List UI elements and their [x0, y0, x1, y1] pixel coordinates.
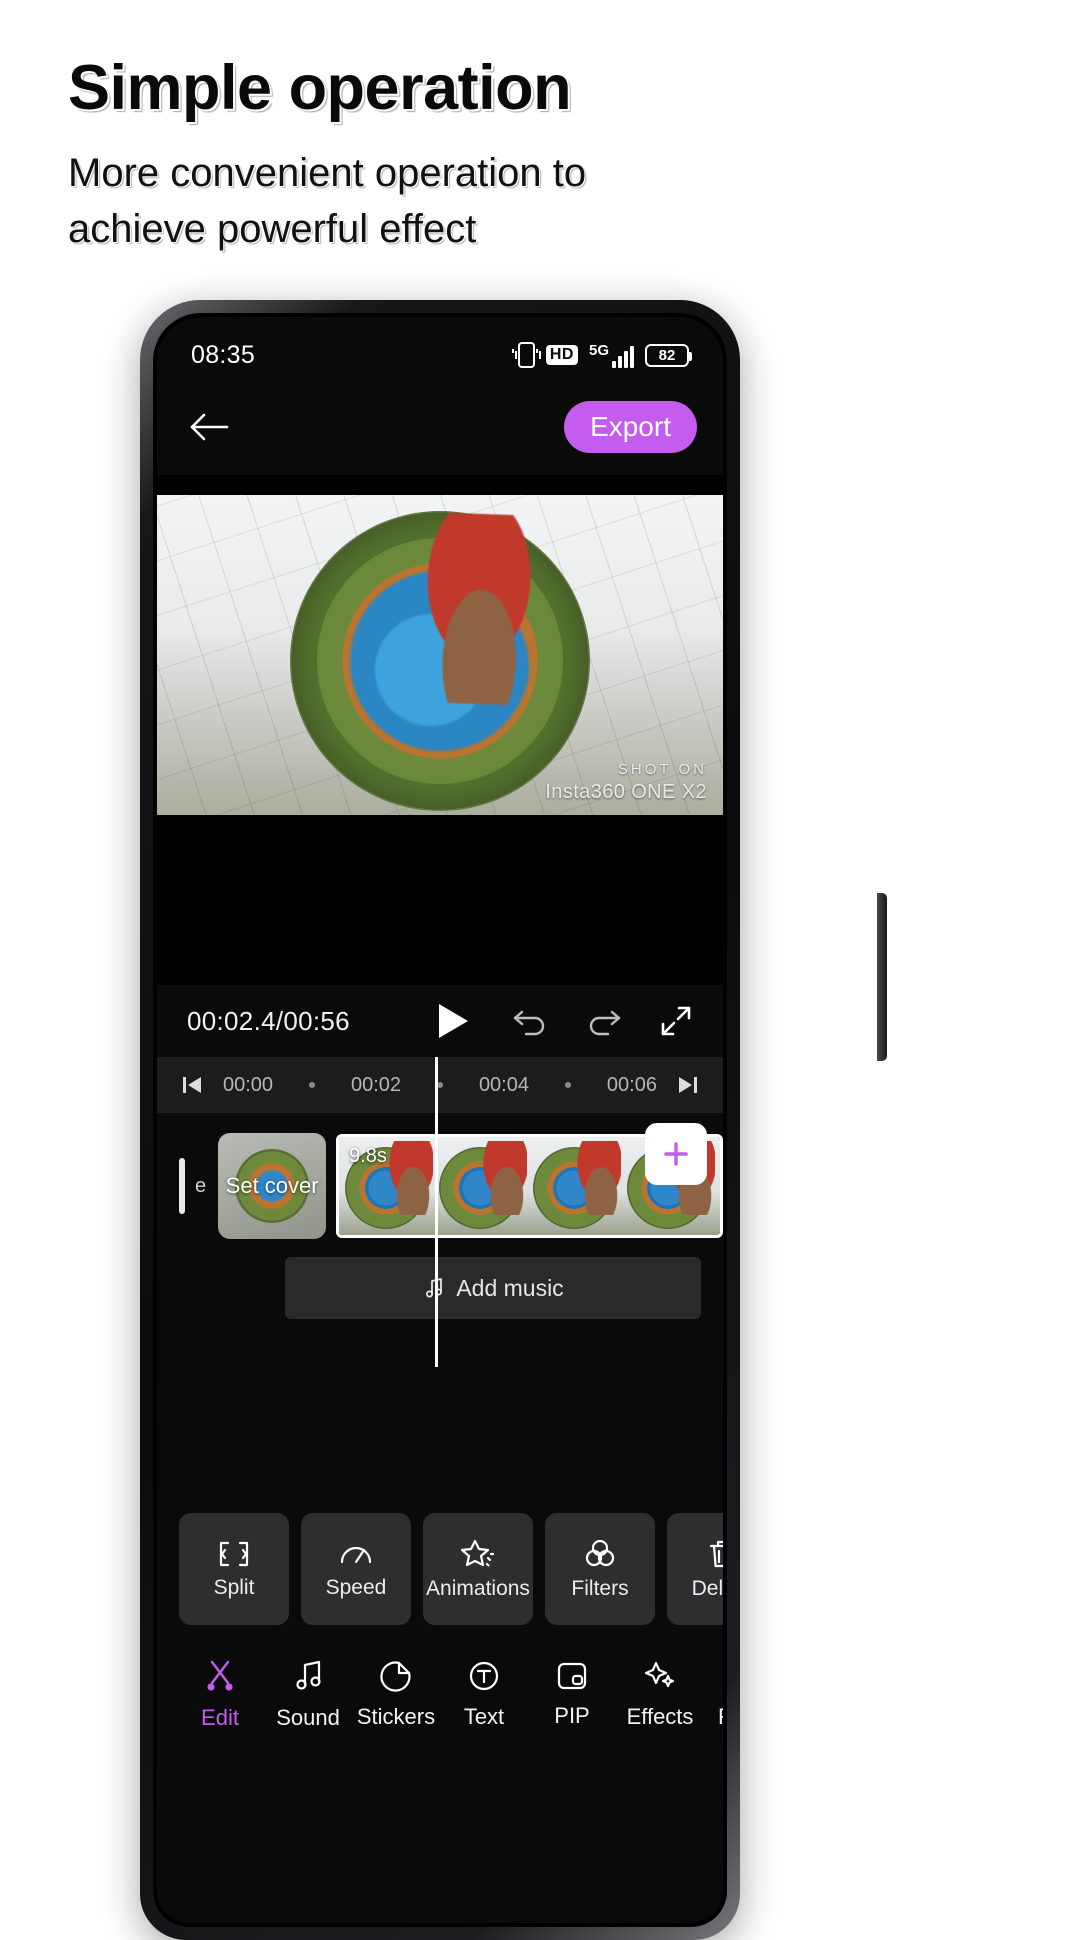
- set-cover-button[interactable]: Set cover: [218, 1133, 327, 1239]
- hd-icon: HD: [545, 345, 578, 365]
- tool-label: Delete: [691, 1576, 723, 1600]
- battery-level: 82: [658, 346, 676, 364]
- clip-frame: [527, 1137, 622, 1235]
- preview-spacer: [157, 835, 723, 985]
- app-top-bar: Export: [157, 379, 723, 475]
- nav-item-filters[interactable]: Filters: [705, 1660, 723, 1730]
- ruler-tick: 00:02: [350, 1073, 402, 1096]
- nav-item-pip[interactable]: PIP: [529, 1661, 615, 1729]
- nav-label: Filters: [718, 1704, 723, 1730]
- add-clip-button[interactable]: [645, 1123, 707, 1185]
- set-cover-label: Set cover: [225, 1173, 319, 1198]
- nav-item-stickers[interactable]: Stickers: [353, 1660, 439, 1730]
- bottom-nav: Edit Sound Stickers Text PIP Effects: [157, 1625, 723, 1749]
- skip-to-end-icon[interactable]: [675, 1072, 701, 1098]
- effects-sparkle-icon: [644, 1660, 676, 1692]
- add-music-button[interactable]: Add music: [285, 1257, 701, 1319]
- nav-item-sound[interactable]: Sound: [265, 1659, 351, 1731]
- phone-mockup: 08:35 HD 5G 82 Export SHOT ON Insta360 O…: [140, 300, 887, 1940]
- phone-power-button[interactable]: [877, 893, 887, 1061]
- ruler-dot: [309, 1082, 316, 1088]
- pip-icon: [556, 1661, 588, 1691]
- track-edge-handle[interactable]: [179, 1158, 185, 1214]
- ruler-dot: [564, 1082, 571, 1088]
- promo-block: Simple operation More convenient operati…: [68, 52, 988, 257]
- timeline-tracks[interactable]: e Set cover 9.8s Add music: [157, 1057, 723, 1513]
- playback-controls: 00:02.4/00:56: [157, 985, 723, 1057]
- tool-label: Split: [213, 1575, 255, 1599]
- vibrate-icon: [511, 342, 541, 368]
- video-frame: SHOT ON Insta360 ONE X2: [157, 495, 723, 815]
- tool-label: Filters: [571, 1576, 629, 1600]
- nav-label: Effects: [626, 1704, 694, 1729]
- video-preview-area[interactable]: SHOT ON Insta360 ONE X2: [157, 475, 723, 835]
- watermark-top: SHOT ON: [617, 761, 707, 779]
- play-icon[interactable]: [436, 1002, 470, 1040]
- tool-filters[interactable]: Filters: [545, 1513, 655, 1625]
- ruler-tick: 00:06: [606, 1073, 657, 1096]
- ruler-ticks: 00:00 00:02 00:04 00:06: [205, 1074, 675, 1097]
- clip-frame: [433, 1137, 528, 1235]
- nav-label: Text: [463, 1704, 505, 1729]
- clip-track-row: e Set cover 9.8s: [157, 1123, 723, 1239]
- nav-label: Edit: [201, 1705, 239, 1730]
- history-controls: [511, 1004, 693, 1038]
- export-button[interactable]: Export: [564, 401, 697, 453]
- phone-screen: 08:35 HD 5G 82 Export SHOT ON Insta360 O…: [157, 317, 723, 1923]
- ruler-tick: 00:04: [478, 1073, 529, 1096]
- scissors-icon: [203, 1659, 237, 1693]
- network-indicator: 5G: [589, 343, 634, 368]
- playhead[interactable]: [435, 1057, 438, 1367]
- undo-icon[interactable]: [511, 1006, 549, 1036]
- page-subtitle: More convenient operation to achieve pow…: [68, 151, 587, 251]
- signal-bars-icon: [612, 345, 634, 368]
- tool-label: Speed: [325, 1575, 387, 1599]
- video-watermark: SHOT ON Insta360 ONE X2: [545, 761, 707, 805]
- battery-icon: 82: [645, 343, 692, 367]
- clip-duration-label: 9.8s: [349, 1145, 387, 1167]
- person-figure: [402, 511, 560, 707]
- nav-item-text[interactable]: Text: [441, 1660, 527, 1730]
- timeline-ruler[interactable]: 00:00 00:02 00:04 00:06: [157, 1057, 723, 1113]
- tool-speed[interactable]: Speed: [301, 1513, 411, 1625]
- tool-split[interactable]: Split: [179, 1513, 289, 1625]
- tool-label: Animations: [426, 1576, 530, 1600]
- ruler-tick: 00:00: [223, 1073, 274, 1096]
- phone-bezel: 08:35 HD 5G 82 Export SHOT ON Insta360 O…: [153, 313, 727, 1927]
- text-t-icon: [468, 1660, 500, 1692]
- watermark-bottom: Insta360 ONE X2: [545, 781, 707, 803]
- expand-icon[interactable]: [659, 1004, 693, 1038]
- page-title: Simple operation: [68, 53, 572, 123]
- status-time: 08:35: [191, 340, 256, 369]
- timecode-display: 00:02.4/00:56: [187, 1005, 350, 1036]
- status-icons: HD 5G 82: [511, 342, 692, 368]
- redo-icon[interactable]: [585, 1006, 623, 1036]
- sticker-icon: [380, 1660, 412, 1692]
- clip-frame: [715, 1137, 721, 1235]
- status-bar: 08:35 HD 5G 82: [157, 317, 723, 379]
- music-note-icon: [292, 1659, 324, 1693]
- back-arrow-icon[interactable]: [181, 399, 237, 455]
- add-music-label: Add music: [456, 1274, 564, 1301]
- skip-to-start-icon[interactable]: [179, 1072, 205, 1098]
- nav-item-effects[interactable]: Effects: [617, 1660, 703, 1730]
- tool-animations[interactable]: Animations: [423, 1513, 533, 1625]
- tool-strip: Split Speed Animations Filters Del: [157, 1513, 723, 1625]
- nav-label: Stickers: [356, 1704, 436, 1729]
- network-label: 5G: [588, 341, 609, 359]
- track-edge-label: e: [195, 1174, 207, 1197]
- tool-delete[interactable]: Delete: [667, 1513, 723, 1625]
- nav-item-edit[interactable]: Edit: [177, 1659, 263, 1731]
- nav-label: PIP: [554, 1703, 590, 1728]
- nav-label: Sound: [276, 1705, 340, 1730]
